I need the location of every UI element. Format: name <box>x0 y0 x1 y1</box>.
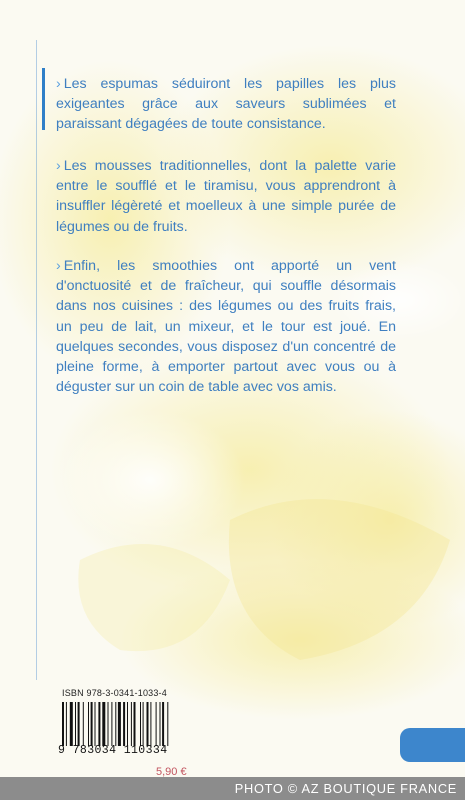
barcode-bar <box>111 702 113 746</box>
barcode-bar <box>88 702 89 746</box>
barcode-bar <box>102 702 106 746</box>
barcode-bar <box>142 702 144 746</box>
paragraph-text: Les mousses traditionnelles, dont la pal… <box>56 158 396 235</box>
photo-watermark: PHOTO © AZ BOUTIQUE FRANCE <box>0 777 465 800</box>
bullet-marker: › <box>56 258 61 274</box>
barcode-digits: 9 783034 110334 <box>58 744 168 757</box>
barcode-bar <box>90 702 93 746</box>
paragraph-espumas: › Les espumas séduiront les papilles les … <box>56 74 396 135</box>
barcode-bar <box>162 702 165 746</box>
accent-rule <box>42 68 45 130</box>
barcode-bar <box>130 702 132 746</box>
barcode-bar <box>65 702 67 746</box>
barcode-bar <box>133 702 136 746</box>
barcode-bar <box>123 702 126 746</box>
barcode-bar <box>127 702 128 746</box>
barcode-bar <box>62 702 64 746</box>
barcode-bar <box>115 702 117 746</box>
paragraph-text: Enfin, les smoothies ont apporté un vent… <box>56 258 396 396</box>
barcode-bar <box>77 702 80 746</box>
bullet-marker: › <box>56 158 61 174</box>
barcode-bar <box>75 702 76 746</box>
barcode-bar <box>94 702 96 746</box>
barcode-bar <box>150 702 152 746</box>
barcode-bar <box>167 702 169 746</box>
barcode-bar <box>107 702 109 746</box>
barcode-bar <box>159 702 161 746</box>
barcode-bar <box>82 702 84 746</box>
barcode-bar <box>117 702 121 746</box>
paragraph-mousses: › Les mousses traditionnelles, dont la pa… <box>56 156 396 237</box>
left-margin-line <box>36 40 37 680</box>
barcode-bar <box>98 702 101 746</box>
blue-tab-decoration <box>400 728 465 762</box>
barcode-bar <box>140 702 141 746</box>
barcode-bar <box>146 702 149 746</box>
paragraph-smoothies: › Enfin, les smoothies ont apporté un ven… <box>56 256 396 397</box>
paragraph-text: Les espumas séduiront les papilles les p… <box>56 76 396 133</box>
barcode-bar <box>155 702 157 746</box>
bullet-marker: › <box>56 76 61 92</box>
isbn-label: ISBN 978-3-0341-1033-4 <box>62 688 167 698</box>
barcode-bar <box>69 702 73 746</box>
barcode <box>62 702 169 746</box>
